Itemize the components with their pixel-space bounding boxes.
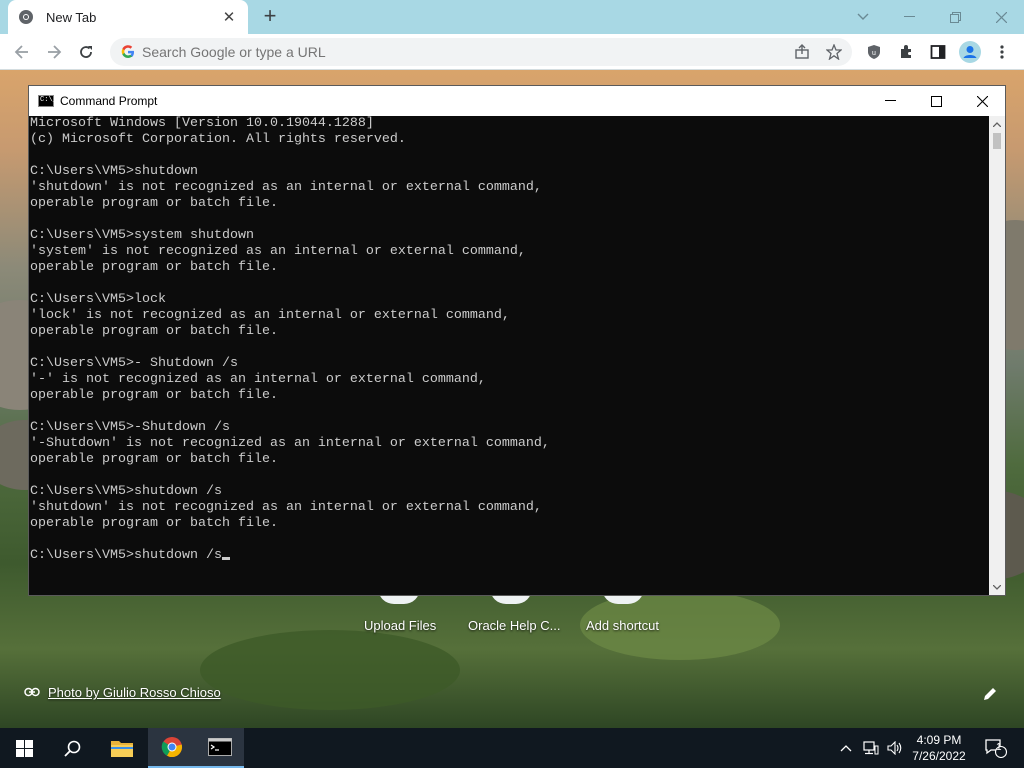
text-cursor bbox=[221, 557, 230, 560]
console-line: C:\Users\VM5>-Shutdown /s bbox=[30, 420, 230, 435]
console-text: Microsoft Windows [Version 10.0.19044.12… bbox=[30, 116, 989, 548]
customize-pencil-icon[interactable] bbox=[982, 686, 1000, 704]
console-line: operable program or batch file. bbox=[30, 260, 278, 275]
share-icon[interactable] bbox=[794, 44, 810, 60]
cmd-maximize-button[interactable] bbox=[913, 86, 959, 116]
start-button[interactable] bbox=[0, 728, 48, 768]
console-line: operable program or batch file. bbox=[30, 324, 278, 339]
cmd-close-button[interactable] bbox=[959, 86, 1005, 116]
cmd-minimize-button[interactable] bbox=[867, 86, 913, 116]
console-output[interactable]: Microsoft Windows [Version 10.0.19044.12… bbox=[29, 116, 989, 595]
omnibox[interactable] bbox=[110, 38, 852, 66]
show-hidden-icons-chevron-icon[interactable] bbox=[836, 728, 856, 768]
chrome-icon bbox=[18, 9, 34, 25]
cmd-app-icon: C:\_ bbox=[38, 95, 57, 107]
console-line: operable program or batch file. bbox=[30, 452, 278, 467]
cmd-window-title: Command Prompt bbox=[60, 94, 158, 108]
tab-search-icon[interactable] bbox=[840, 0, 886, 34]
console-line: (c) Microsoft Corporation. All rights re… bbox=[30, 132, 406, 147]
console-line: 'lock' is not recognized as an internal … bbox=[30, 308, 510, 323]
notification-count-badge: 1 bbox=[996, 742, 1002, 753]
file-explorer-icon[interactable] bbox=[98, 728, 146, 768]
taskbar-clock[interactable]: 4:09 PM 7/26/2022 bbox=[906, 732, 972, 764]
new-tab-button[interactable]: + bbox=[258, 5, 282, 29]
photo-credit-text: Photo by Giulio Rosso Chioso bbox=[48, 685, 221, 700]
network-icon[interactable] bbox=[860, 728, 882, 768]
tab-strip: New Tab ✕ + bbox=[0, 0, 1024, 34]
command-prompt-taskbar-icon[interactable] bbox=[196, 728, 244, 768]
action-center-icon[interactable]: 1 bbox=[976, 728, 1016, 768]
search-icon[interactable] bbox=[48, 728, 96, 768]
clock-time: 4:09 PM bbox=[916, 733, 962, 747]
console-line: 'system' is not recognized as an interna… bbox=[30, 244, 526, 259]
console-line: C:\Users\VM5>lock bbox=[30, 292, 166, 307]
shortcut-oracle-help[interactable]: Oracle Help C... bbox=[468, 618, 560, 633]
background-shrub bbox=[200, 630, 460, 710]
chrome-taskbar-icon[interactable] bbox=[148, 728, 196, 768]
google-icon bbox=[120, 44, 136, 60]
scrollbar-thumb[interactable] bbox=[993, 133, 1001, 149]
bookmark-star-icon[interactable] bbox=[825, 43, 843, 61]
console-line: 'shutdown' is not recognized as an inter… bbox=[30, 180, 542, 195]
shortcut-upload-files[interactable]: Upload Files bbox=[364, 618, 436, 633]
clock-date: 7/26/2022 bbox=[912, 749, 966, 763]
command-prompt-window[interactable]: C:\_ Command Prompt Microsoft Windows [V… bbox=[28, 85, 1006, 596]
svg-text:u: u bbox=[872, 50, 876, 57]
minimize-button[interactable] bbox=[886, 0, 932, 34]
console-line: '-Shutdown' is not recognized as an inte… bbox=[30, 436, 550, 451]
tab-close-icon[interactable]: ✕ bbox=[220, 8, 238, 26]
close-window-button[interactable] bbox=[978, 0, 1024, 34]
omnibox-input[interactable] bbox=[142, 44, 742, 60]
cmd-title-bar[interactable]: C:\_ Command Prompt bbox=[29, 86, 1005, 116]
photo-credit-link[interactable]: Photo by Giulio Rosso Chioso bbox=[24, 685, 221, 700]
reload-button[interactable] bbox=[72, 38, 100, 66]
link-icon bbox=[24, 685, 40, 700]
console-line: operable program or batch file. bbox=[30, 196, 278, 211]
scroll-up-arrow-icon[interactable] bbox=[989, 116, 1005, 132]
taskbar: 4:09 PM 7/26/2022 1 bbox=[0, 728, 1024, 768]
forward-button[interactable] bbox=[40, 38, 68, 66]
console-prompt-line[interactable]: C:\Users\VM5>shutdown /s bbox=[30, 548, 989, 564]
console-line: '-' is not recognized as an internal or … bbox=[30, 372, 486, 387]
extensions-puzzle-icon[interactable] bbox=[892, 38, 920, 66]
console-line: operable program or batch file. bbox=[30, 388, 278, 403]
side-panel-icon[interactable] bbox=[924, 38, 952, 66]
console-line: Microsoft Windows [Version 10.0.19044.12… bbox=[30, 116, 374, 131]
volume-icon[interactable] bbox=[884, 728, 906, 768]
console-line: 'shutdown' is not recognized as an inter… bbox=[30, 500, 542, 515]
console-scrollbar[interactable] bbox=[989, 116, 1005, 595]
browser-toolbar: u bbox=[0, 34, 1024, 70]
extension-shield-icon[interactable]: u bbox=[860, 38, 888, 66]
tab-title: New Tab bbox=[46, 9, 97, 25]
add-shortcut[interactable]: Add shortcut bbox=[586, 618, 659, 633]
console-line: C:\Users\VM5>shutdown bbox=[30, 164, 198, 179]
console-line: C:\Users\VM5>shutdown /s bbox=[30, 484, 222, 499]
console-line: C:\Users\VM5>system shutdown bbox=[30, 228, 254, 243]
console-line: C:\Users\VM5>- Shutdown /s bbox=[30, 356, 238, 371]
back-button[interactable] bbox=[8, 38, 36, 66]
console-line: operable program or batch file. bbox=[30, 516, 278, 531]
chrome-menu-icon[interactable] bbox=[988, 38, 1016, 66]
scroll-down-arrow-icon[interactable] bbox=[989, 579, 1005, 595]
restore-button[interactable] bbox=[932, 0, 978, 34]
profile-avatar[interactable] bbox=[956, 38, 984, 66]
tab-new-tab[interactable]: New Tab ✕ bbox=[8, 0, 248, 34]
